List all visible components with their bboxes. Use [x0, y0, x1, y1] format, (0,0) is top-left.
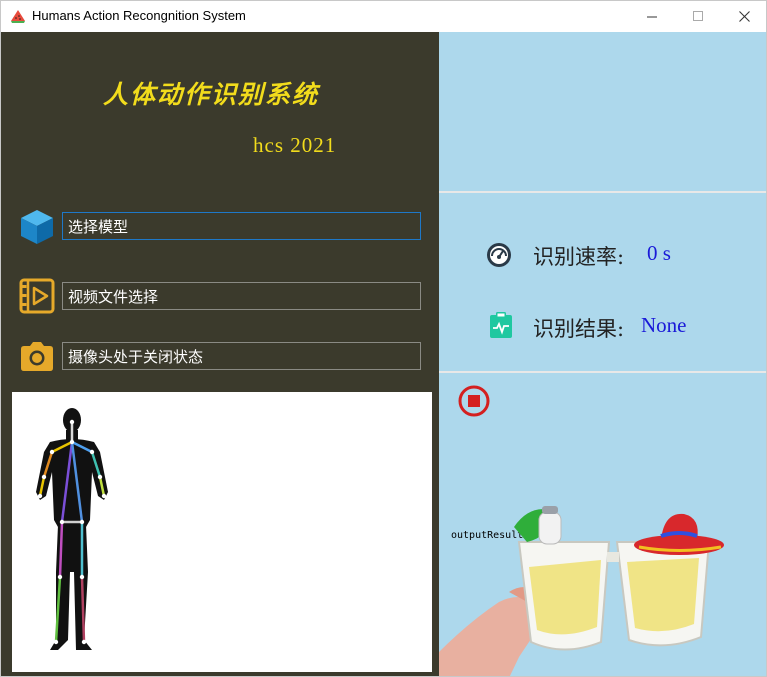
maximize-button[interactable]: [675, 1, 721, 32]
control-panel: 人体动作识别系统 hcs 2021 选择模型 视频文件选择 摄像头处于关闭状态: [1, 32, 439, 676]
close-icon: [738, 11, 750, 22]
stop-button[interactable]: [458, 385, 490, 417]
rate-label: 识别速率:: [533, 245, 625, 269]
speedometer-icon: [487, 243, 511, 267]
glasses-illustration: [439, 506, 724, 676]
video-file-select-button[interactable]: 视频文件选择: [62, 282, 421, 310]
human-skeleton-image: [36, 408, 108, 650]
maximize-icon: [692, 11, 703, 21]
camera-icon: [21, 342, 53, 371]
camera-status-button[interactable]: 摄像头处于关闭状态: [62, 342, 421, 370]
close-button[interactable]: [721, 1, 766, 32]
sub-title: hcs 2021: [253, 133, 337, 157]
rate-value: 0 s: [647, 241, 671, 265]
divider-top: [439, 191, 766, 193]
result-label: 识别结果:: [533, 317, 625, 341]
title-bar: Humans Action Recongnition System: [1, 1, 766, 32]
main-title: 人体动作识别系统: [103, 80, 320, 109]
clipboard-pulse-icon: [490, 312, 512, 338]
minimize-icon: [646, 16, 657, 18]
app-window: Humans Action Recongnition System 人体动作识别…: [0, 0, 767, 677]
video-preview: [12, 392, 432, 672]
select-model-button[interactable]: 选择模型: [62, 212, 421, 240]
result-value: None: [641, 313, 687, 337]
stop-icon: [468, 395, 480, 407]
divider-bottom: [439, 371, 766, 373]
cube-icon: [21, 210, 53, 244]
watermelon-app-icon: [11, 10, 25, 23]
window-title: Humans Action Recongnition System: [32, 8, 246, 23]
video-file-icon: [19, 278, 55, 314]
result-panel: 识别速率: 0 s 识别结果: None outputResult: [439, 32, 766, 676]
minimize-button[interactable]: [629, 1, 675, 32]
